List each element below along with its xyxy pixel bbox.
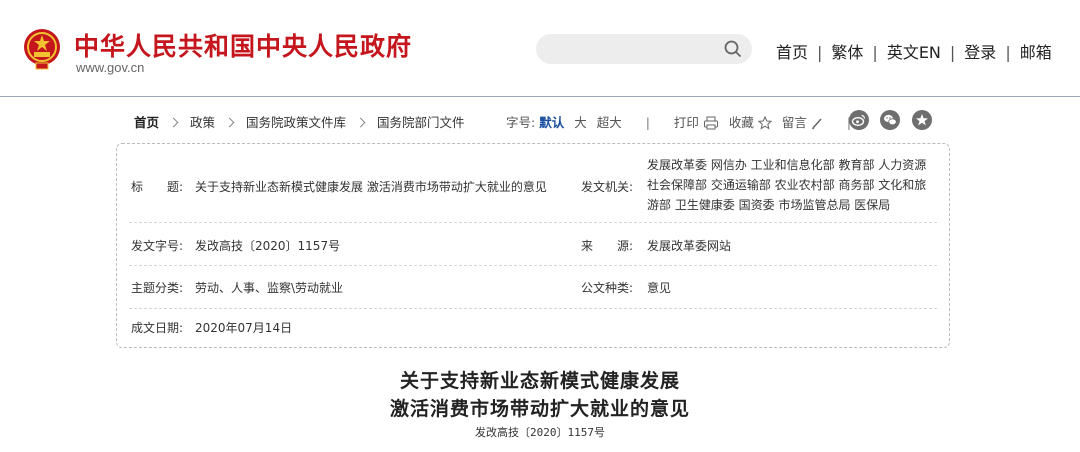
font-default-button[interactable]: 默认: [539, 115, 564, 130]
nav-separator: |: [872, 43, 878, 62]
comment-label: 留言: [781, 115, 807, 130]
header-divider: [0, 96, 1080, 97]
doc-number-value: 发改高技〔2020〕1157号: [195, 239, 341, 253]
font-large-button[interactable]: 大: [574, 115, 587, 130]
print-button[interactable]: 打印: [674, 115, 719, 130]
article-doc-number: 发改高技〔2020〕1157号: [475, 426, 605, 439]
favorite-label: 收藏: [728, 115, 754, 130]
comment-button[interactable]: 留言: [782, 115, 823, 130]
article-tools: 字号: 默认 大 超大 | 打印 收藏 留言 |: [506, 112, 871, 131]
source-label: 来 源:: [581, 239, 634, 253]
search-input[interactable]: [536, 34, 752, 64]
issuer-value: 发展改革委 网信办 工业和信息化部 教育部 人力资源社会保障部 交通运输部 农业…: [647, 158, 927, 212]
chevron-right-icon: [168, 117, 179, 128]
date-label: 成文日期:: [131, 321, 184, 335]
doc-number-label: 发文字号:: [131, 239, 184, 253]
nav-separator: |: [1005, 43, 1011, 62]
printer-icon: [703, 116, 718, 130]
title-label: 标 题:: [131, 180, 184, 194]
document-info-box: 标 题: 关于支持新业态新模式健康发展 激活消费市场带动扩大就业的意见 发文机关…: [116, 143, 950, 348]
favorite-button[interactable]: 收藏: [729, 115, 772, 130]
nav-separator: |: [949, 43, 956, 62]
print-label: 打印: [673, 115, 699, 130]
topic-label: 主题分类:: [131, 281, 184, 295]
breadcrumb-home[interactable]: 首页: [134, 115, 159, 130]
top-nav: 首页 | 繁体 | 英文EN | 登录 | 邮箱: [776, 39, 1052, 63]
breadcrumb: 首页 政策 国务院政策文件库 国务院部门文件: [134, 112, 465, 131]
nav-mail[interactable]: 邮箱: [1020, 39, 1052, 63]
breadcrumb-department-docs[interactable]: 国务院部门文件: [377, 115, 465, 130]
font-size-label: 字号:: [506, 115, 536, 130]
tools-separator: |: [645, 115, 650, 130]
pencil-icon: [811, 118, 822, 130]
nav-traditional[interactable]: 繁体: [831, 39, 863, 63]
national-emblem-icon[interactable]: [22, 27, 62, 71]
doc-type-value: 意见: [647, 281, 672, 295]
star-icon[interactable]: [912, 110, 932, 130]
breadcrumb-policy[interactable]: 政策: [190, 115, 215, 130]
issuer-label: 发文机关:: [581, 180, 634, 194]
date-value: 2020年07月14日: [195, 321, 293, 335]
row-divider: [129, 265, 937, 266]
nav-english[interactable]: 英文EN: [887, 39, 941, 63]
chevron-right-icon: [224, 117, 235, 128]
doc-type-label: 公文种类:: [581, 281, 634, 295]
row-divider: [129, 222, 937, 223]
nav-home[interactable]: 首页: [776, 39, 808, 63]
weibo-icon[interactable]: [849, 110, 869, 130]
breadcrumb-policy-library[interactable]: 国务院政策文件库: [246, 115, 346, 130]
article-title-line-1: 关于支持新业态新模式健康发展: [399, 370, 680, 392]
topic-value: 劳动、人事、监察\劳动就业: [195, 281, 344, 295]
article-title-line-2: 激活消费市场带动扩大就业的意见: [389, 398, 690, 420]
chevron-right-icon: [355, 117, 366, 128]
site-url: www.gov.cn: [76, 60, 145, 75]
row-divider: [129, 308, 937, 309]
site-header: 中华人民共和国中央人民政府 www.gov.cn 首页 | 繁体 | 英文EN | 登录 | 邮…: [0, 0, 1080, 96]
star-outline-icon: [757, 116, 772, 130]
nav-login[interactable]: 登录: [964, 39, 996, 63]
site-title[interactable]: 中华人民共和国中央人民政府: [74, 27, 412, 63]
font-xlarge-button[interactable]: 超大: [597, 115, 622, 130]
title-value: 关于支持新业态新模式健康发展 激活消费市场带动扩大就业的意见: [195, 180, 547, 194]
search-icon[interactable]: [724, 40, 742, 58]
wechat-icon[interactable]: [880, 110, 900, 130]
nav-separator: |: [817, 43, 823, 62]
source-value: 发展改革委网站: [647, 239, 732, 253]
